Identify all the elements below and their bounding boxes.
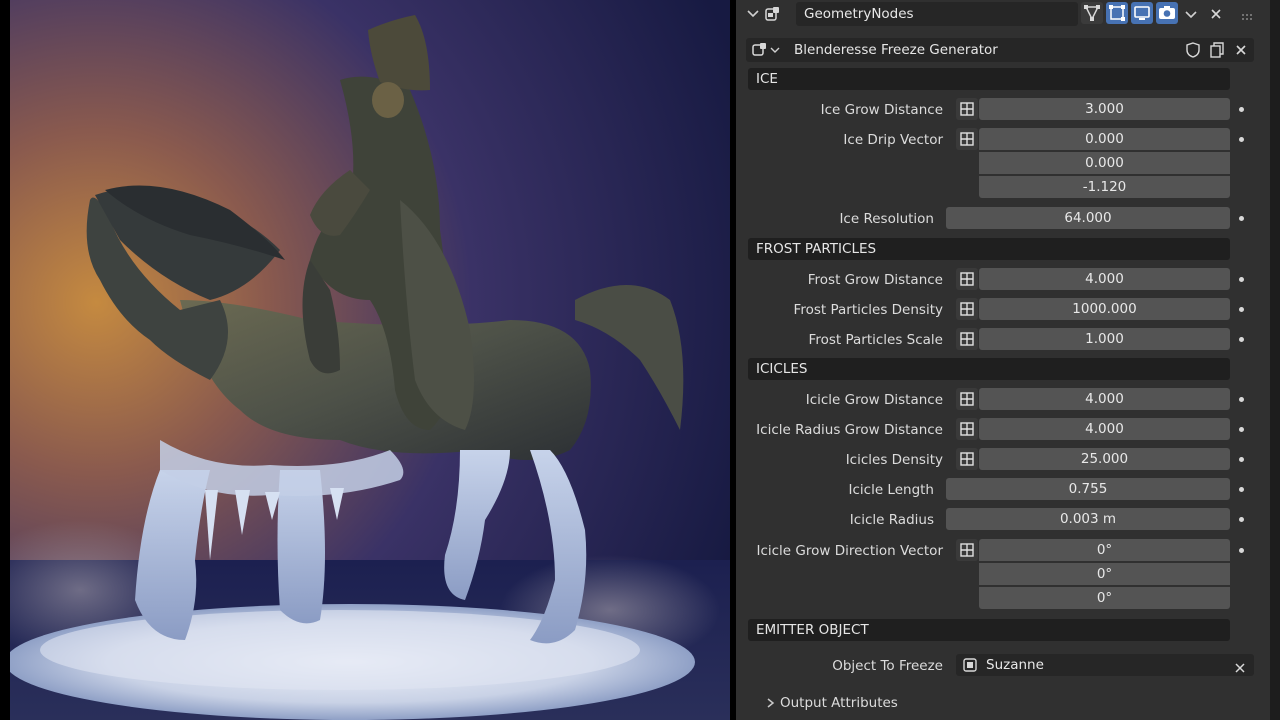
icicle-grow-distance-row: Icicle Grow Distance 4.000 — [736, 388, 1270, 412]
icicle-grow-direction-y[interactable]: 0° — [979, 563, 1230, 585]
icicle-grow-direction-z[interactable]: 0° — [979, 587, 1230, 609]
icicle-radius-row: Icicle Radius 0.003 m — [736, 508, 1270, 532]
field-label: Icicle Length — [848, 482, 935, 498]
camera-icon[interactable] — [1156, 2, 1178, 24]
keyframe-dot-icon[interactable] — [1239, 216, 1244, 221]
attribute-toggle-icon[interactable] — [956, 448, 978, 470]
icicle-grow-direction-vector-row: Icicle Grow Direction Vector 0° 0° 0° — [736, 539, 1270, 611]
frost-grow-distance-row: Frost Grow Distance 4.000 — [736, 268, 1270, 292]
ice-drip-vector-y[interactable]: 0.000 — [979, 152, 1230, 174]
geometry-nodes-icon — [764, 5, 782, 23]
section-header-emitter[interactable]: EMITTER OBJECT — [748, 619, 1230, 641]
field-label: Frost Particles Density — [793, 302, 943, 318]
frost-particles-scale-row: Frost Particles Scale 1.000 — [736, 328, 1270, 352]
icicle-length-field[interactable]: 0.755 — [946, 478, 1230, 500]
icicle-radius-field[interactable]: 0.003 m — [946, 508, 1230, 530]
attribute-toggle-icon[interactable] — [956, 128, 978, 150]
keyframe-dot-icon[interactable] — [1239, 137, 1244, 142]
keyframe-dot-icon[interactable] — [1239, 277, 1244, 282]
chevron-down-icon[interactable] — [1184, 7, 1198, 21]
field-label: Icicle Radius Grow Distance — [756, 422, 943, 438]
field-label: Icicle Grow Direction Vector — [756, 543, 943, 559]
keyframe-dot-icon[interactable] — [1239, 517, 1244, 522]
ice-drip-vector-z[interactable]: -1.120 — [979, 176, 1230, 198]
frost-particles-density-field[interactable]: 1000.000 — [979, 298, 1230, 320]
icicles-density-field[interactable]: 25.000 — [979, 448, 1230, 470]
section-header-icicles[interactable]: ICICLES — [748, 358, 1230, 380]
ice-resolution-field[interactable]: 64.000 — [946, 207, 1230, 229]
node-group-name[interactable]: Blenderesse Freeze Generator — [794, 42, 998, 58]
icicles-density-row: Icicles Density 25.000 — [736, 448, 1270, 472]
ice-grow-distance-field[interactable]: 3.000 — [979, 98, 1230, 120]
close-icon[interactable] — [1234, 43, 1248, 57]
ice-drip-vector-x[interactable]: 0.000 — [979, 128, 1230, 150]
icicle-radius-grow-distance-field[interactable]: 4.000 — [979, 418, 1230, 440]
on-cage-icon[interactable] — [1106, 2, 1128, 24]
attribute-toggle-icon[interactable] — [956, 388, 978, 410]
section-header-frost[interactable]: FROST PARTICLES — [748, 238, 1230, 260]
ice-resolution-row: Ice Resolution 64.000 — [736, 207, 1270, 231]
keyframe-dot-icon[interactable] — [1239, 487, 1244, 492]
close-icon[interactable] — [1209, 7, 1223, 21]
viewport-render — [10, 0, 730, 720]
ice-drip-vector-row: Ice Drip Vector 0.000 0.000 -1.120 — [736, 128, 1270, 200]
object-name: Suzanne — [986, 657, 1044, 673]
section-title: EMITTER OBJECT — [756, 622, 869, 638]
field-label: Object To Freeze — [832, 658, 943, 674]
mesh-object-icon — [962, 657, 978, 673]
modifier-header: GeometryNodes — [736, 2, 1270, 28]
keyframe-dot-icon[interactable] — [1239, 548, 1244, 553]
node-tree-icon[interactable] — [752, 41, 782, 59]
field-label: Icicle Grow Distance — [805, 392, 943, 408]
field-label: Ice Drip Vector — [843, 132, 943, 148]
ice-grow-distance-row: Ice Grow Distance 3.000 — [736, 98, 1270, 122]
field-label: Icicle Radius — [849, 512, 934, 528]
attribute-toggle-icon[interactable] — [956, 98, 978, 120]
attribute-toggle-icon[interactable] — [956, 328, 978, 350]
icicle-length-row: Icicle Length 0.755 — [736, 478, 1270, 502]
close-icon[interactable] — [1234, 659, 1246, 673]
monitor-icon[interactable] — [1131, 2, 1153, 24]
duplicate-icon[interactable] — [1208, 41, 1226, 59]
field-label: Frost Grow Distance — [807, 272, 943, 288]
attribute-toggle-icon[interactable] — [956, 298, 978, 320]
object-to-freeze-row: Object To Freeze Suzanne — [736, 654, 1270, 678]
attribute-toggle-icon[interactable] — [956, 418, 978, 440]
frost-particles-density-row: Frost Particles Density 1000.000 — [736, 298, 1270, 322]
keyframe-dot-icon[interactable] — [1239, 427, 1244, 432]
attribute-toggle-icon[interactable] — [956, 268, 978, 290]
keyframe-dot-icon[interactable] — [1239, 307, 1244, 312]
icicle-radius-grow-distance-row: Icicle Radius Grow Distance 4.000 — [736, 418, 1270, 442]
panel-scroll-edge — [1270, 0, 1280, 720]
chevron-right-icon[interactable] — [764, 697, 776, 709]
output-attributes-panel[interactable]: Output Attributes — [736, 692, 1270, 716]
keyframe-dot-icon[interactable] — [1239, 397, 1244, 402]
section-title: ICICLES — [756, 361, 808, 377]
frost-grow-distance-field[interactable]: 4.000 — [979, 268, 1230, 290]
drag-handle-icon[interactable] — [1241, 9, 1255, 20]
field-label: Ice Grow Distance — [820, 102, 943, 118]
icicle-grow-distance-field[interactable]: 4.000 — [979, 388, 1230, 410]
section-header-ice[interactable]: ICE — [748, 68, 1230, 90]
keyframe-dot-icon[interactable] — [1239, 457, 1244, 462]
modifier-properties-panel: GeometryNodes Blenderesse Freeze Generat… — [736, 0, 1270, 720]
frozen-statue-image — [10, 0, 730, 720]
field-label: Ice Resolution — [839, 211, 934, 227]
edit-mode-icon[interactable] — [1081, 2, 1103, 24]
keyframe-dot-icon[interactable] — [1239, 107, 1244, 112]
icicle-grow-direction-x[interactable]: 0° — [979, 539, 1230, 561]
attribute-toggle-icon[interactable] — [956, 539, 978, 561]
keyframe-dot-icon[interactable] — [1239, 337, 1244, 342]
object-to-freeze-field[interactable]: Suzanne — [956, 654, 1254, 676]
output-attributes-label: Output Attributes — [780, 695, 898, 711]
section-title: ICE — [756, 71, 778, 87]
shield-icon[interactable] — [1184, 41, 1202, 59]
field-label: Frost Particles Scale — [808, 332, 943, 348]
field-label: Icicles Density — [845, 452, 943, 468]
section-title: FROST PARTICLES — [756, 241, 877, 257]
node-group-selector: Blenderesse Freeze Generator — [746, 38, 1254, 62]
modifier-name-field[interactable]: GeometryNodes — [796, 2, 1078, 26]
chevron-down-icon[interactable] — [746, 6, 760, 20]
frost-particles-scale-field[interactable]: 1.000 — [979, 328, 1230, 350]
